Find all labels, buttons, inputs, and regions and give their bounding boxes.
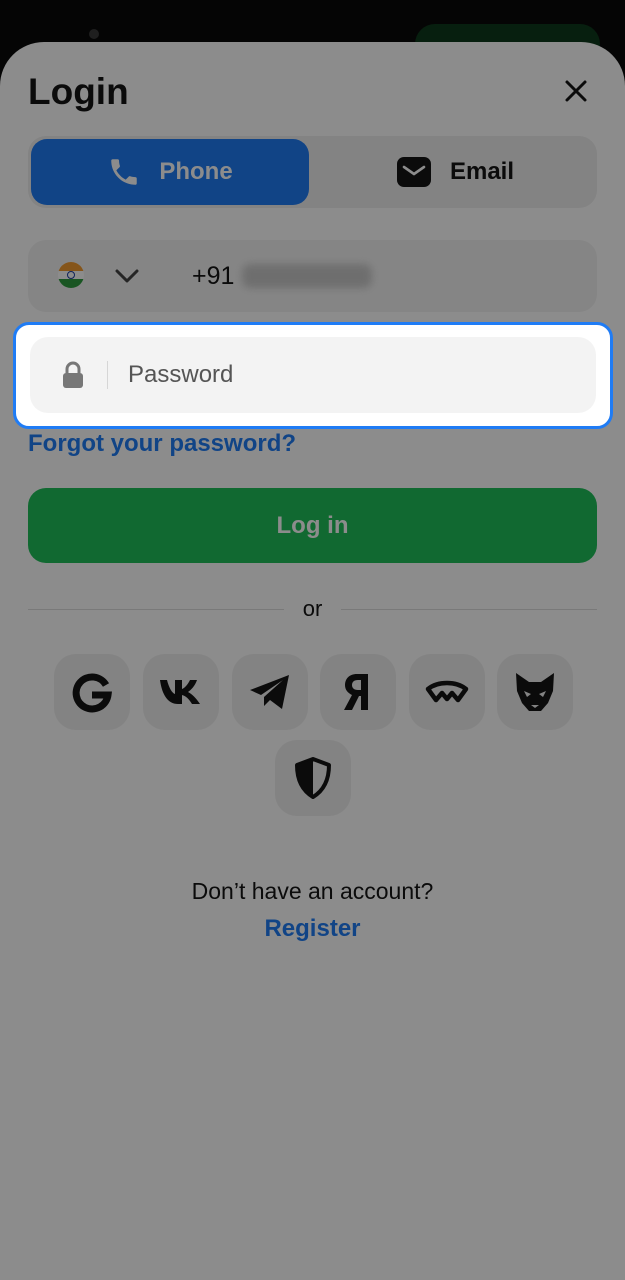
tab-email[interactable]: Email bbox=[316, 139, 594, 205]
yandex-login-button[interactable] bbox=[320, 654, 396, 730]
google-login-button[interactable] bbox=[54, 654, 130, 730]
chevron-down-icon[interactable] bbox=[114, 266, 140, 286]
tab-email-label: Email bbox=[449, 158, 515, 185]
no-account-text: Don’t have an account? bbox=[191, 878, 434, 904]
tab-phone[interactable]: Phone bbox=[31, 139, 309, 205]
divider-left bbox=[28, 609, 284, 610]
metamask-login-button[interactable] bbox=[497, 654, 573, 730]
security-login-button[interactable] bbox=[275, 740, 351, 816]
envelope-icon bbox=[396, 157, 431, 187]
register-link[interactable]: Register bbox=[0, 914, 625, 944]
login-sheet: Login Phone Email +91 Forgot your passwo… bbox=[0, 42, 625, 1280]
tab-phone-label: Phone bbox=[159, 158, 233, 185]
vk-login-button[interactable] bbox=[143, 654, 219, 730]
password-field[interactable] bbox=[30, 337, 596, 413]
phone-input-row: +91 bbox=[28, 240, 597, 312]
phone-icon bbox=[111, 159, 138, 185]
lock-icon bbox=[63, 361, 83, 388]
vk-icon bbox=[160, 680, 200, 704]
phone-number-redacted[interactable] bbox=[242, 264, 372, 288]
walletconnect-icon bbox=[425, 680, 469, 703]
telegram-icon bbox=[250, 675, 289, 709]
password-highlight bbox=[13, 322, 613, 429]
shield-icon bbox=[295, 757, 331, 799]
password-input[interactable] bbox=[128, 357, 568, 393]
divider-label: or bbox=[302, 596, 323, 621]
close-icon bbox=[565, 80, 587, 102]
divider-right bbox=[341, 609, 597, 610]
login-method-tabs: Phone Email bbox=[28, 136, 597, 208]
yandex-icon bbox=[344, 674, 368, 710]
close-button[interactable] bbox=[555, 70, 597, 112]
page-title: Login bbox=[28, 71, 129, 112]
forgot-password-link[interactable]: Forgot your password? bbox=[28, 429, 296, 459]
walletconnect-login-button[interactable] bbox=[409, 654, 485, 730]
password-separator bbox=[107, 361, 108, 389]
dial-code[interactable]: +91 bbox=[192, 258, 234, 294]
login-button[interactable]: Log in bbox=[28, 488, 597, 563]
fox-icon bbox=[516, 673, 554, 711]
camera-dot bbox=[89, 29, 99, 39]
telegram-login-button[interactable] bbox=[232, 654, 308, 730]
india-flag-icon[interactable] bbox=[58, 262, 84, 288]
google-icon bbox=[72, 673, 112, 713]
